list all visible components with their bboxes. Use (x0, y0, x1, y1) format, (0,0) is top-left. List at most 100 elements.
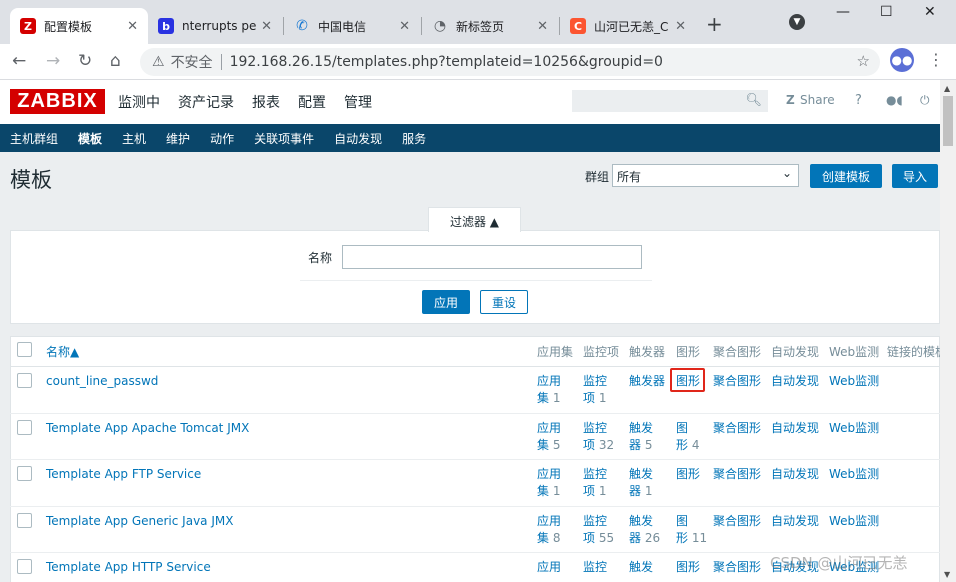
row-checkbox[interactable] (17, 373, 32, 388)
items-link[interactable]: 监控项 32 (583, 420, 614, 454)
page-scrollbar[interactable] (940, 80, 956, 582)
screens-link[interactable]: 聚合图形 (713, 373, 761, 390)
group-select[interactable]: 所有 ⌄ (612, 164, 799, 187)
graphs-link[interactable]: 图形 (676, 559, 700, 576)
share-icon[interactable]: Z (786, 93, 795, 107)
applications-link[interactable]: 应用 (537, 559, 561, 576)
web-link[interactable]: Web监测 (829, 420, 879, 437)
maximize-icon[interactable]: ☐ (880, 4, 893, 20)
omnibox[interactable]: ⚠ 不安全 192.168.26.15/templates.php?templa… (140, 48, 880, 76)
forward-icon[interactable]: → (46, 51, 60, 71)
discovery-link[interactable]: 自动发现 (771, 466, 819, 483)
new-tab-button[interactable]: + (706, 12, 723, 36)
submenu-host-groups[interactable]: 主机群组 (10, 130, 58, 147)
submenu-maintenance[interactable]: 维护 (166, 130, 190, 147)
template-name-link[interactable]: Template App FTP Service (46, 467, 201, 481)
create-template-button[interactable]: 创建模板 (810, 164, 882, 188)
web-link[interactable]: Web监测 (829, 373, 879, 390)
submenu-templates[interactable]: 模板 (78, 130, 102, 147)
triggers-link[interactable]: 触发器 (629, 373, 665, 390)
close-icon[interactable]: ✕ (537, 19, 548, 34)
back-icon[interactable]: ← (12, 51, 26, 71)
items-link[interactable]: 监控 (583, 559, 607, 576)
user-profile-icon[interactable]: ●◖ (886, 93, 903, 107)
applications-link[interactable]: 应用集 5 (537, 420, 561, 454)
applications-link[interactable]: 应用集 8 (537, 513, 561, 547)
triggers-link[interactable]: 触发器 5 (629, 420, 653, 454)
items-link[interactable]: 监控项 55 (583, 513, 614, 547)
main-menu-inventory[interactable]: 资产记录 (178, 92, 234, 112)
triggers-link[interactable]: 触发 (629, 559, 653, 576)
reload-icon[interactable]: ↻ (78, 51, 92, 71)
template-name-link[interactable]: Template App HTTP Service (46, 560, 211, 574)
items-link[interactable]: 监控项 1 (583, 466, 607, 500)
profile-avatar-icon[interactable]: ●● (890, 48, 914, 72)
graphs-link[interactable]: 图形 11 (676, 513, 707, 547)
graphs-link[interactable]: 图形 (676, 466, 700, 483)
help-icon[interactable]: ? (855, 93, 862, 108)
submenu-event-correlation[interactable]: 关联项事件 (254, 130, 314, 147)
applications-link[interactable]: 应用集 1 (537, 373, 561, 407)
submenu-actions[interactable]: 动作 (210, 130, 234, 147)
main-menu-configuration[interactable]: 配置 (298, 92, 326, 112)
submenu-hosts[interactable]: 主机 (122, 130, 146, 147)
apply-button[interactable]: 应用 (422, 290, 470, 314)
screens-link[interactable]: 聚合图形 (713, 466, 761, 483)
main-menu-monitoring[interactable]: 监测中 (118, 92, 160, 112)
share-link[interactable]: Share (800, 93, 835, 107)
tab-csdn[interactable]: C 山河已无恙_C ✕ (560, 8, 696, 44)
template-name-link[interactable]: Template App Generic Java JMX (46, 514, 233, 528)
submenu-discovery[interactable]: 自动发现 (334, 130, 382, 147)
warning-icon[interactable]: ⚠ (152, 54, 165, 70)
tab-china-telecom[interactable]: ✆ 中国电信 ✕ (284, 8, 420, 44)
graphs-link[interactable]: 图形 4 (676, 420, 699, 454)
row-checkbox[interactable] (17, 559, 32, 574)
tab-search-icon[interactable]: ▼ (789, 14, 805, 30)
sign-out-icon[interactable]: ⏻ (920, 93, 930, 108)
triggers-link[interactable]: 触发器 26 (629, 513, 660, 547)
tab-interrupts[interactable]: b nterrupts pe ✕ (148, 8, 282, 44)
import-button[interactable]: 导入 (892, 164, 938, 188)
row-checkbox[interactable] (17, 420, 32, 435)
minimize-icon[interactable]: — (836, 4, 850, 20)
close-icon[interactable]: ✕ (675, 19, 686, 34)
main-menu-reports[interactable]: 报表 (252, 92, 280, 112)
window-close-icon[interactable]: ✕ (924, 4, 936, 20)
template-name-link[interactable]: count_line_passwd (46, 374, 158, 388)
zabbix-logo[interactable]: ZABBIX (10, 89, 105, 114)
column-header-name[interactable]: 名称▲ (46, 343, 79, 360)
url-text[interactable]: 192.168.26.15/templates.php?templateid=1… (230, 54, 663, 70)
select-all-checkbox[interactable] (17, 342, 32, 357)
screens-link[interactable]: 聚合图形 (713, 559, 761, 576)
discovery-link[interactable]: 自动发现 (771, 420, 819, 437)
scroll-down-icon[interactable]: ▼ (944, 570, 950, 579)
web-link[interactable]: Web监测 (829, 513, 879, 530)
bookmark-star-icon[interactable]: ☆ (857, 52, 870, 70)
close-icon[interactable]: ✕ (399, 19, 410, 34)
web-link[interactable]: Web监测 (829, 466, 879, 483)
row-checkbox[interactable] (17, 513, 32, 528)
global-search-input[interactable]: 🔍︎ (572, 90, 768, 112)
screens-link[interactable]: 聚合图形 (713, 420, 761, 437)
template-name-link[interactable]: Template App Apache Tomcat JMX (46, 421, 249, 435)
triggers-link[interactable]: 触发器 1 (629, 466, 653, 500)
discovery-link[interactable]: 自动发现 (771, 373, 819, 390)
close-icon[interactable]: ✕ (261, 19, 272, 34)
discovery-link[interactable]: 自动发现 (771, 513, 819, 530)
home-icon[interactable]: ⌂ (110, 51, 121, 71)
row-checkbox[interactable] (17, 466, 32, 481)
tab-new-tab-page[interactable]: ◔ 新标签页 ✕ (422, 8, 558, 44)
screens-link[interactable]: 聚合图形 (713, 513, 761, 530)
scrollbar-thumb[interactable] (943, 96, 953, 146)
main-menu-administration[interactable]: 管理 (344, 92, 372, 112)
filter-name-input[interactable] (342, 245, 642, 269)
items-link[interactable]: 监控项 1 (583, 373, 607, 407)
browser-menu-icon[interactable]: ⋮ (928, 50, 944, 69)
reset-button[interactable]: 重设 (480, 290, 528, 314)
search-icon[interactable]: 🔍︎ (745, 93, 762, 108)
applications-link[interactable]: 应用集 1 (537, 466, 561, 500)
submenu-services[interactable]: 服务 (402, 130, 426, 147)
close-icon[interactable]: ✕ (127, 19, 138, 34)
insecure-label[interactable]: 不安全 (171, 52, 213, 72)
scroll-up-icon[interactable]: ▲ (944, 84, 950, 93)
